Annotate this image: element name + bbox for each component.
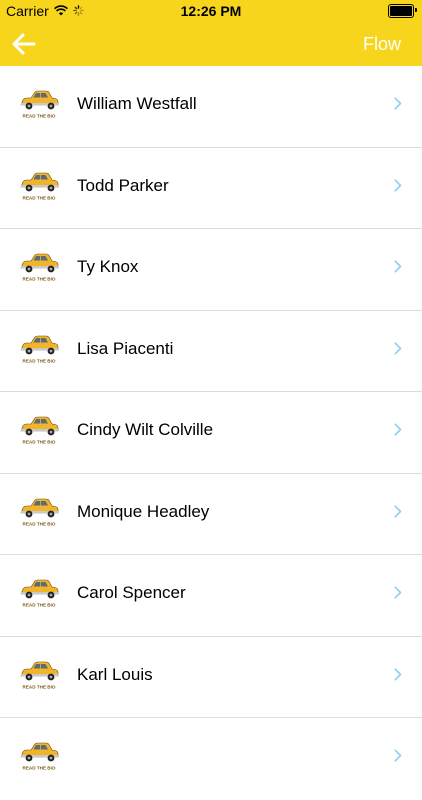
thumbnail-caption: READ THE BIO (23, 277, 56, 282)
status-time: 12:26 PM (180, 3, 242, 19)
taxi-car-icon: READ THE BIO (17, 494, 61, 528)
person-name: Cindy Wilt Colville (77, 420, 214, 439)
chevron-right-icon (394, 341, 402, 355)
chevron-right-icon (394, 667, 402, 681)
status-bar: Carrier 12:26 PM (0, 0, 422, 22)
person-name: Ty Knox (77, 257, 139, 276)
taxi-car-icon: READ THE BIO (17, 168, 61, 202)
thumbnail-caption: READ THE BIO (23, 114, 56, 119)
taxi-car-icon: READ THE BIO (17, 249, 61, 283)
back-button[interactable] (10, 30, 38, 58)
navigation-bar: Flow (0, 22, 422, 66)
list-item[interactable]: READ THE BIO Lisa Piacenti (0, 311, 422, 392)
taxi-car-icon: READ THE BIO (17, 657, 61, 691)
chevron-right-icon (394, 749, 402, 762)
thumbnail-caption: READ THE BIO (23, 440, 56, 445)
thumbnail-caption: READ THE BIO (23, 684, 56, 689)
taxi-car-icon: READ THE BIO (17, 331, 61, 365)
person-name: Todd Parker (77, 175, 169, 195)
chevron-right-icon (394, 178, 402, 192)
person-name: Lisa Piacenti (77, 338, 174, 358)
person-name: Monique Headley (77, 501, 210, 521)
list-item[interactable]: READ THE BIO Todd Parker (0, 148, 422, 229)
thumbnail-caption: READ THE BIO (23, 603, 56, 608)
list-item[interactable]: READ THE BIO Monique Headley (0, 474, 422, 555)
person-name: Karl Louis (77, 664, 153, 684)
taxi-car-icon: READ THE BIO (17, 575, 61, 609)
thumbnail-caption: READ THE BIO (23, 195, 56, 200)
person-name: William Westfall (77, 94, 197, 113)
taxi-car-icon: READ THE BIO (17, 412, 61, 446)
list-item[interactable]: READ THE BIO William Westfall (0, 66, 422, 148)
list-item[interactable]: READ THE BIO Ty Knox (0, 229, 422, 311)
chevron-right-icon (394, 260, 402, 273)
taxi-car-icon: READ THE BIO (17, 86, 61, 120)
list-item[interactable]: READ THE BIO (0, 718, 422, 800)
thumbnail-caption: READ THE BIO (23, 521, 56, 526)
thumbnail-caption: READ THE BIO (23, 358, 56, 363)
chevron-right-icon (394, 97, 402, 110)
chevron-right-icon (394, 504, 402, 518)
list-item[interactable]: READ THE BIO Karl Louis (0, 637, 422, 718)
chevron-right-icon (394, 423, 402, 436)
chevron-right-icon (394, 586, 402, 599)
battery-icon (388, 4, 417, 18)
arrow-left-icon (12, 33, 36, 55)
taxi-car-icon: READ THE BIO (17, 738, 61, 772)
person-name: Carol Spencer (77, 583, 186, 602)
list-item[interactable]: READ THE BIO Cindy Wilt Colville (0, 392, 422, 474)
flow-button[interactable]: Flow (363, 34, 401, 55)
list-item[interactable]: READ THE BIO Carol Spencer (0, 555, 422, 637)
thumbnail-caption: READ THE BIO (23, 766, 56, 771)
people-list: READ THE BIO William Westfall READ THE B… (0, 66, 422, 800)
